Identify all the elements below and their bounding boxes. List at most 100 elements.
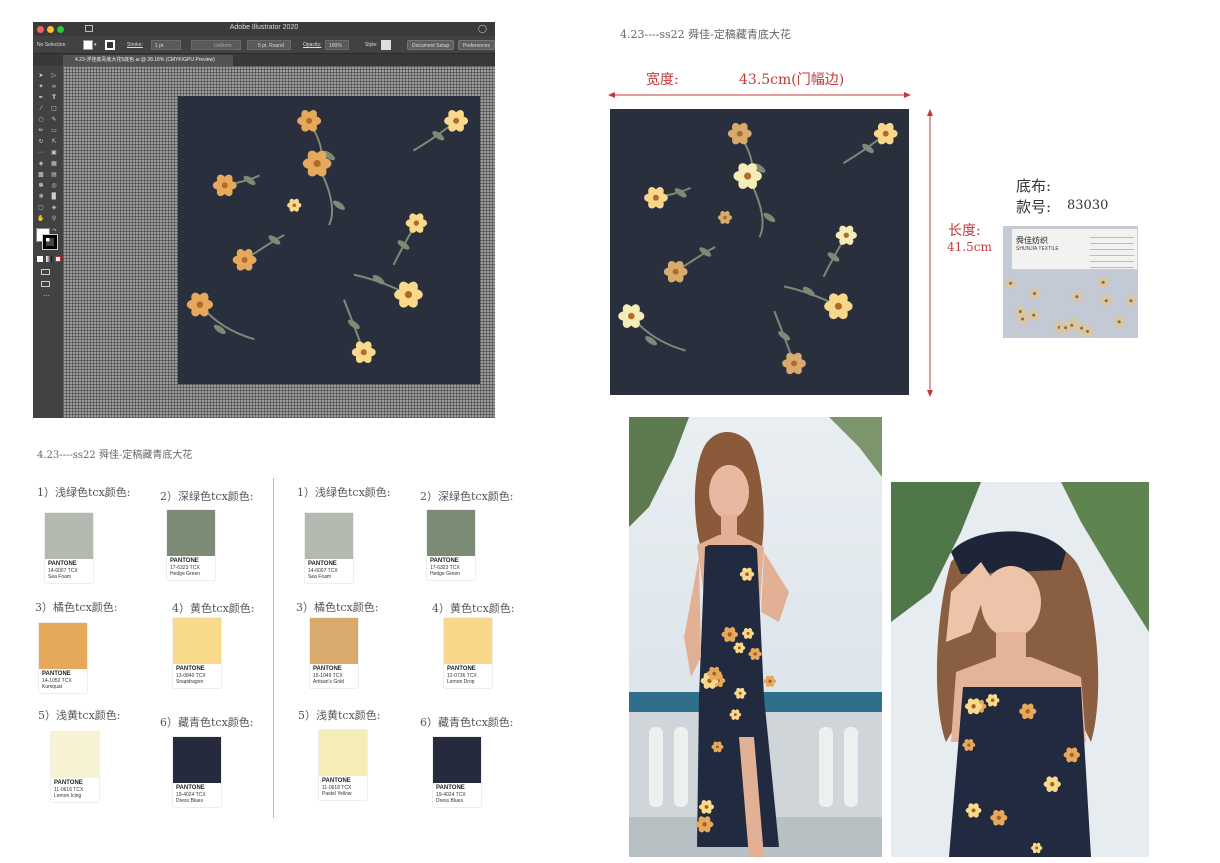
style-swatch[interactable] [381,40,391,50]
left-swatch-2: PANTONE 17-6323 TCX Hedge Green [167,510,215,580]
scale-tool-icon[interactable]: ⇱ [50,138,58,145]
swatch-name: Sea Foam [308,574,332,580]
document-tab-label: 4.23-浮佳底青底大花5底色.ai @ 28.18% (CMYK/GPU Pr… [75,57,215,63]
stroke-swatch[interactable] [105,40,115,50]
paintbrush-tool-icon[interactable]: ✎ [50,116,58,123]
rotate-tool-icon[interactable]: ↻ [37,138,45,145]
swatch-name: Dress Blues [436,798,463,804]
zoom-tool-icon[interactable]: ⚲ [50,215,58,222]
color-chip [39,623,87,669]
blend-tool-icon[interactable]: ◎ [50,182,58,189]
swatch-brand: PANTONE [447,666,476,672]
stroke-label[interactable]: Stroke: [127,40,143,50]
base-fabric-label: 底布: [1016,177,1052,195]
color-chip [51,732,99,778]
floral-pattern [618,122,898,375]
eraser-tool-icon[interactable]: ▭ [50,127,58,134]
artboard-tool-icon[interactable]: ▢ [37,204,45,211]
swatch-name: Pastel Yellow [322,791,352,797]
right-label-4: 4）黄色tcx颜色: [432,602,515,615]
gradient-tool-icon[interactable]: ▤ [50,171,58,178]
right-swatch-3: PANTONE 15-1049 TCX Artisan's Gold [310,618,358,688]
color-chip [444,618,492,664]
swatch-brand: PANTONE [308,561,337,567]
edit-toolbar-icon[interactable]: ⋯ [43,292,50,300]
brush-definition[interactable]: 5 pt. Round [247,40,291,50]
swatch-name: Lemon Icing [54,793,82,799]
model-photo-2-art [891,482,1149,857]
color-chip [305,513,353,559]
direct-selection-tool-icon[interactable]: ▷ [50,72,58,79]
left-label-6: 6）藏青色tcx颜色: [160,716,254,729]
right-label-1: 1）浅绿色tcx颜色: [297,486,391,499]
magic-wand-tool-icon[interactable]: ✦ [37,83,45,90]
model-photo-1-art [629,417,882,857]
perspective-grid-tool-icon[interactable]: ▦ [50,160,58,167]
ellipse-tool-icon[interactable]: ○ [37,116,45,123]
pen-tool-icon[interactable]: ✒ [37,94,45,101]
left-swatch-1: PANTONE 14-6007 TCX Sea Foam [45,513,93,583]
pencil-tool-icon[interactable]: ✏ [37,127,45,134]
selection-status: No Selection [37,42,66,48]
gradient-mode-icon[interactable] [46,256,52,262]
screen-mode-icon[interactable] [41,281,50,287]
color-chip [319,730,367,776]
illustrator-window: Adobe Illustrator 2020 ◯ No Selection ▾ … [33,22,495,418]
width-tool-icon[interactable]: ⋯ [37,149,45,156]
right-label-5: 5）浅黄tcx颜色: [298,709,381,722]
swatch-brand: PANTONE [436,785,465,791]
fill-dropdown-icon[interactable]: ▾ [94,40,97,50]
variable-width-profile[interactable]: Uniform [191,40,241,50]
swatch-brand: PANTONE [54,780,83,786]
fabric-sample-photo: 舜佳纺织 SHUNJIA TEXTILE [1003,226,1138,338]
color-mode-icon[interactable] [37,256,43,262]
canvas-area[interactable] [63,66,495,418]
swatch-name: Dress Blues [176,798,203,804]
stroke-weight-input[interactable]: 1 pt [151,40,181,50]
type-tool-icon[interactable]: T [50,94,58,101]
right-label-6: 6）藏青色tcx颜色: [420,716,514,729]
preferences-button[interactable]: Preferences [458,40,495,50]
document-tab[interactable]: 4.23-浮佳底青底大花5底色.ai @ 28.18% (CMYK/GPU Pr… [63,55,233,66]
color-chip [173,618,221,664]
palette-divider [273,478,274,818]
document-tab-bar: × 4.23-浮佳底青底大花5底色.ai @ 28.18% (CMYK/GPU … [33,54,495,66]
shape-builder-tool-icon[interactable]: ◈ [37,160,45,167]
rectangle-tool-icon[interactable]: □ [50,105,58,112]
stroke-color-icon[interactable] [42,234,58,250]
swap-fill-stroke-icon[interactable]: ↷ [52,227,57,234]
lightbulb-icon[interactable]: ◯ [478,24,487,33]
length-value: 41.5cm [947,240,992,254]
length-label: 长度: [948,223,981,239]
color-chip [433,737,481,783]
document-setup-button[interactable]: Document Setup [407,40,455,50]
draw-mode-icon[interactable] [41,269,50,275]
symbol-sprayer-tool-icon[interactable]: ❋ [37,193,45,200]
fabric-flowers [1004,276,1137,337]
right-swatch-2: PANTONE 17-6323 TCX Hedge Green [427,510,475,580]
eyedropper-tool-icon[interactable]: ✽ [37,182,45,189]
slice-tool-icon[interactable]: ◈ [50,204,58,211]
length-arrow [927,109,933,397]
right-swatch-6: PANTONE 19-4024 TCX Dress Blues [433,737,481,807]
column-graph-tool-icon[interactable]: ▉ [50,193,58,200]
swatch-name: Lemon Drop [447,679,475,685]
line-tool-icon[interactable]: ⁄ [37,105,45,112]
left-label-4: 4）黄色tcx颜色: [172,602,255,615]
artboard[interactable] [178,96,480,384]
right-swatch-5: PANTONE 11-0618 TCX Pastel Yellow [319,730,367,800]
free-transform-tool-icon[interactable]: ▣ [50,149,58,156]
fill-swatch[interactable] [83,40,93,50]
hand-tool-icon[interactable]: ✋ [37,215,45,222]
left-label-1: 1）浅绿色tcx颜色: [37,486,131,499]
mesh-tool-icon[interactable]: ▩ [37,171,45,178]
selection-tool-icon[interactable]: ➤ [37,72,45,79]
swatch-name: Kumquat [42,684,63,690]
opacity-input[interactable]: 100% [325,40,349,50]
style-code-label: 款号: [1016,198,1052,216]
swatch-name: Hedge Green [430,571,461,577]
model-photo-2 [891,482,1149,857]
none-mode-icon[interactable] [55,256,61,262]
lasso-tool-icon[interactable]: ∞ [50,83,58,90]
opacity-label[interactable]: Opacity: [303,40,321,50]
